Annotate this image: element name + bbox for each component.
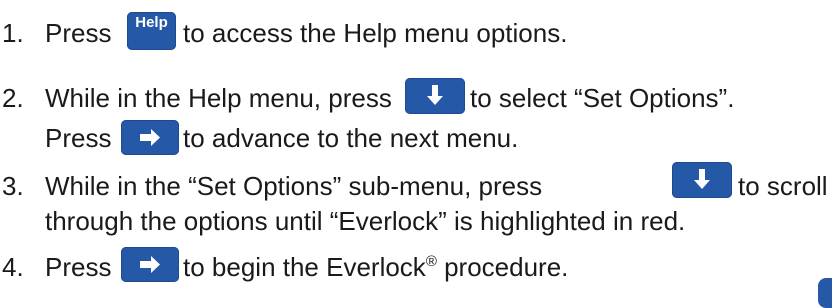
right-arrow-key-icon — [121, 247, 179, 282]
step-text-after: to begin the Everlock® procedure. — [183, 252, 568, 283]
registered-mark: ® — [425, 253, 437, 270]
step-text-after-end: procedure. — [436, 252, 569, 282]
step-text-line1-after: to select “Set Options”. — [470, 83, 735, 113]
step-text-after-main: to begin the Everlock — [183, 252, 426, 282]
step-text-before: Press — [45, 18, 112, 48]
step-text-line1-after: to scroll — [738, 171, 828, 201]
down-arrow-key-icon — [672, 162, 732, 198]
right-arrow-key-icon — [121, 120, 179, 155]
step-text-line1-before: While in the “Set Options” sub-menu, pre… — [45, 171, 543, 201]
partial-key-icon — [818, 278, 832, 308]
step-text-line2-after: to advance to the next menu. — [183, 123, 519, 153]
help-key-label: Help — [135, 14, 168, 31]
step-text-line2-before: Press — [45, 123, 112, 153]
help-key-icon: Help — [127, 12, 176, 50]
step-text-line2: through the options until “Everlock” is … — [45, 206, 686, 236]
step-text-before: Press — [45, 252, 112, 282]
down-arrow-key-icon — [405, 78, 465, 114]
step-text-after: to access the Help menu options. — [183, 18, 568, 48]
step-text-line1-before: While in the Help menu, press — [45, 83, 392, 113]
